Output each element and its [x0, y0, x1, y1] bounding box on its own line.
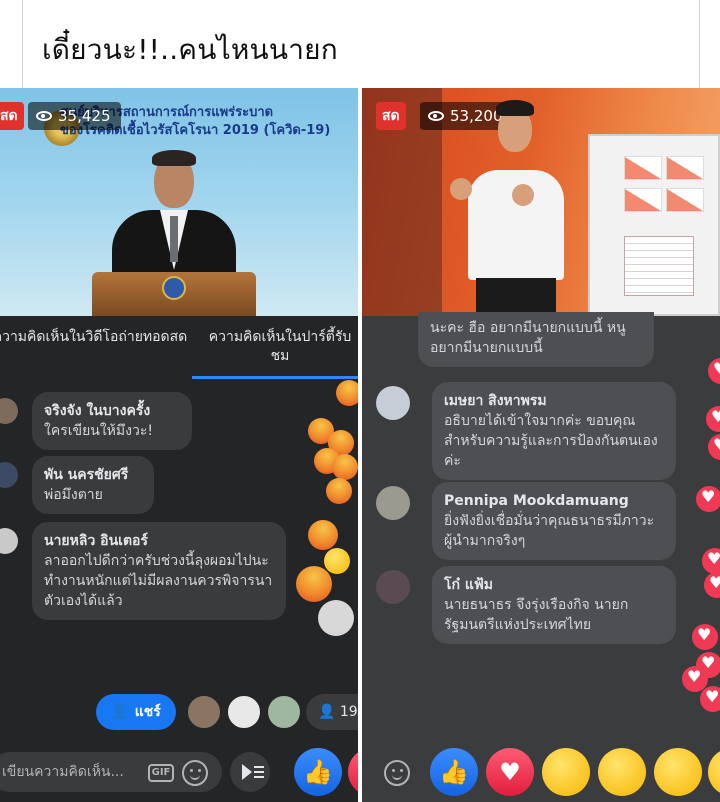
avatar	[376, 386, 410, 420]
angry-reaction-icon	[296, 566, 332, 602]
angry-reaction-icon	[326, 478, 352, 504]
laugh-icon[interactable]	[542, 748, 590, 796]
comment-bubble: โก๋ แฟ้ม นายธนาธร จึงรุ่งเรืองกิจ นายกรั…	[432, 566, 676, 644]
heart-reaction-icon	[704, 572, 720, 598]
avatar	[376, 570, 410, 604]
wow-icon[interactable]	[598, 748, 646, 796]
speaker-tie	[170, 216, 178, 262]
comment-author[interactable]: พัน นครชัยศรี	[44, 465, 142, 485]
person-plus-icon: 👤	[111, 704, 129, 720]
heart-icon[interactable]	[348, 748, 358, 796]
viewer-count-value: 35,425	[58, 107, 111, 125]
comment-author[interactable]: จริงจัง ในบางครั้ง	[44, 401, 180, 421]
participant-avatar[interactable]	[266, 694, 302, 730]
comment-item[interactable]: จริงจัง ในบางครั้ง ใครเขียนให้มึงวะ!	[0, 392, 252, 450]
heart-reaction-icon	[708, 434, 720, 460]
comment-text: ลาออกไปดีกว่าครับช่วงนี้ลุงผอมไปนะทำงานห…	[44, 553, 273, 609]
laugh-reaction-icon	[324, 548, 350, 574]
comment-text: พ่อมึงตาย	[44, 487, 103, 503]
comment-item[interactable]: โก๋ แฟ้ม นายธนาธร จึงรุ่งเรืองกิจ นายกรั…	[376, 566, 676, 644]
comment-author[interactable]: เมษยา สิงหาพรม	[444, 391, 664, 411]
right-live-screenshot: สด 53,200 นะคะ ฮือ อยากมีนายกแบบนี้ หนู …	[362, 88, 720, 802]
whiteboard-table	[624, 236, 694, 296]
comment-text: นายธนาธร จึงรุ่งเรืองกิจ นายกรัฐมนตรีแห่…	[444, 597, 629, 633]
participant-count[interactable]: 👤 194	[306, 694, 358, 730]
left-live-video[interactable]: ศูนย์บริหารสถานการณ์การแพร่ระบาด ของโรคต…	[0, 88, 358, 316]
whiteboard-chart	[624, 188, 662, 212]
heart-reaction-icon	[696, 486, 720, 512]
participant-avatar[interactable]	[226, 694, 262, 730]
presenter-hair	[496, 100, 534, 116]
comment-text: ใครเขียนให้มึงวะ!	[44, 423, 153, 439]
play-list-icon[interactable]	[230, 752, 270, 792]
thumbs-up-icon[interactable]: 👍	[430, 748, 478, 796]
presenter-hand	[450, 178, 472, 200]
angry-reaction-icon	[336, 380, 358, 406]
participant-count-value: 194	[339, 704, 358, 720]
comment-author[interactable]: Pennipa Mookdamuang	[444, 491, 664, 511]
comment-bubble: นะคะ ฮือ อยากมีนายกแบบนี้ หนู อยากมีนายก…	[418, 312, 654, 367]
eye-icon	[36, 111, 52, 121]
presenter-trousers	[476, 278, 556, 316]
avatar	[0, 398, 18, 424]
comment-bubble: พัน นครชัยศรี พ่อมึงตาย	[32, 456, 154, 514]
comment-text: นะคะ ฮือ อยากมีนายกแบบนี้ หนู อยากมีนายก…	[430, 320, 626, 356]
smile-icon[interactable]	[384, 760, 410, 786]
comment-bubble: เมษยา สิงหาพรม อธิบายได้เข้าใจมากค่ะ ขอบ…	[432, 382, 676, 480]
participant-avatar[interactable]	[186, 694, 222, 730]
smile-icon[interactable]	[182, 760, 208, 786]
share-label: แชร์	[134, 704, 161, 720]
comment-bubble: Pennipa Mookdamuang ยิ่งฟังยิ่งเชื่อมั่น…	[432, 482, 676, 560]
comment-text: ยิ่งฟังยิ่งเชื่อมั่นว่าคุณธนาธรมีภาวะผู้…	[444, 513, 655, 549]
right-live-video[interactable]: สด 53,200	[362, 88, 720, 316]
comment-item[interactable]: เมษยา สิงหาพรม อธิบายได้เข้าใจมากค่ะ ขอบ…	[376, 382, 676, 480]
live-badge: สด	[0, 102, 24, 130]
share-button[interactable]: 👤 แชร์	[96, 694, 176, 730]
sad-icon[interactable]	[654, 748, 702, 796]
left-live-screenshot: ศูนย์บริหารสถานการณ์การแพร่ระบาด ของโรคต…	[0, 88, 358, 802]
whiteboard	[588, 134, 720, 316]
viewer-count-value: 53,200	[450, 107, 503, 125]
heart-reaction-icon	[702, 548, 720, 574]
heart-reaction-icon	[706, 406, 720, 432]
avatar	[0, 528, 18, 554]
viewer-count: 35,425	[28, 102, 121, 130]
whiteboard-chart	[624, 156, 662, 180]
angry-reaction-icon	[308, 520, 338, 550]
heart-reaction-icon	[692, 624, 718, 650]
comment-item[interactable]: Pennipa Mookdamuang ยิ่งฟังยิ่งเชื่อมั่น…	[376, 482, 676, 560]
active-tab-indicator	[192, 376, 358, 379]
whiteboard-chart	[666, 188, 704, 212]
person-icon: 👤	[318, 704, 336, 720]
comment-item[interactable]: พัน นครชัยศรี พ่อมึงตาย	[0, 456, 252, 514]
heart-reaction-icon	[700, 686, 720, 712]
comment-bubble: นายหลิว อินเตอร์ ลาออกไปดีกว่าครับช่วงนี…	[32, 522, 286, 620]
viewer-avatar	[318, 600, 354, 636]
comment-bubble: จริงจัง ในบางครั้ง ใครเขียนให้มึงวะ!	[32, 392, 192, 450]
avatar	[0, 462, 18, 488]
presenter-hand	[512, 184, 534, 206]
live-badge: สด	[376, 102, 406, 130]
heart-reaction-icon	[708, 358, 720, 384]
angry-icon[interactable]	[708, 748, 720, 796]
avatar	[376, 486, 410, 520]
thumbs-up-icon[interactable]: 👍	[294, 748, 342, 796]
post-title: เดี๋ยวนะ!!..คนไหนนายก	[42, 33, 338, 66]
comment-tabs: ความคิดเห็นในวิดีโอถ่ายทอดสด ความคิดเห็น…	[0, 316, 358, 378]
heart-icon[interactable]: ♥	[486, 748, 534, 796]
comment-item[interactable]: นายหลิว อินเตอร์ ลาออกไปดีกว่าครับช่วงนี…	[0, 522, 292, 620]
post-header: เดี๋ยวนะ!!..คนไหนนายก	[0, 0, 720, 88]
eye-icon	[428, 111, 444, 121]
angry-reaction-icon	[332, 454, 358, 480]
comment-text: อธิบายได้เข้าใจมากค่ะ ขอบคุณสำหรับความรู…	[444, 413, 658, 469]
comment-author[interactable]: นายหลิว อินเตอร์	[44, 531, 274, 551]
tab-live-comments[interactable]: ความคิดเห็นในวิดีโอถ่ายทอดสด	[0, 328, 190, 347]
gif-icon[interactable]: GIF	[148, 764, 174, 782]
tab-watch-party-comments[interactable]: ความคิดเห็นในปาร์ตี้รับชม	[200, 328, 358, 366]
comment-author[interactable]: โก๋ แฟ้ม	[444, 575, 664, 595]
whiteboard-chart	[666, 156, 704, 180]
speaker-hair	[152, 150, 196, 166]
podium-emblem-icon	[162, 276, 186, 300]
comment-item[interactable]: นะคะ ฮือ อยากมีนายกแบบนี้ หนู อยากมีนายก…	[418, 312, 668, 367]
